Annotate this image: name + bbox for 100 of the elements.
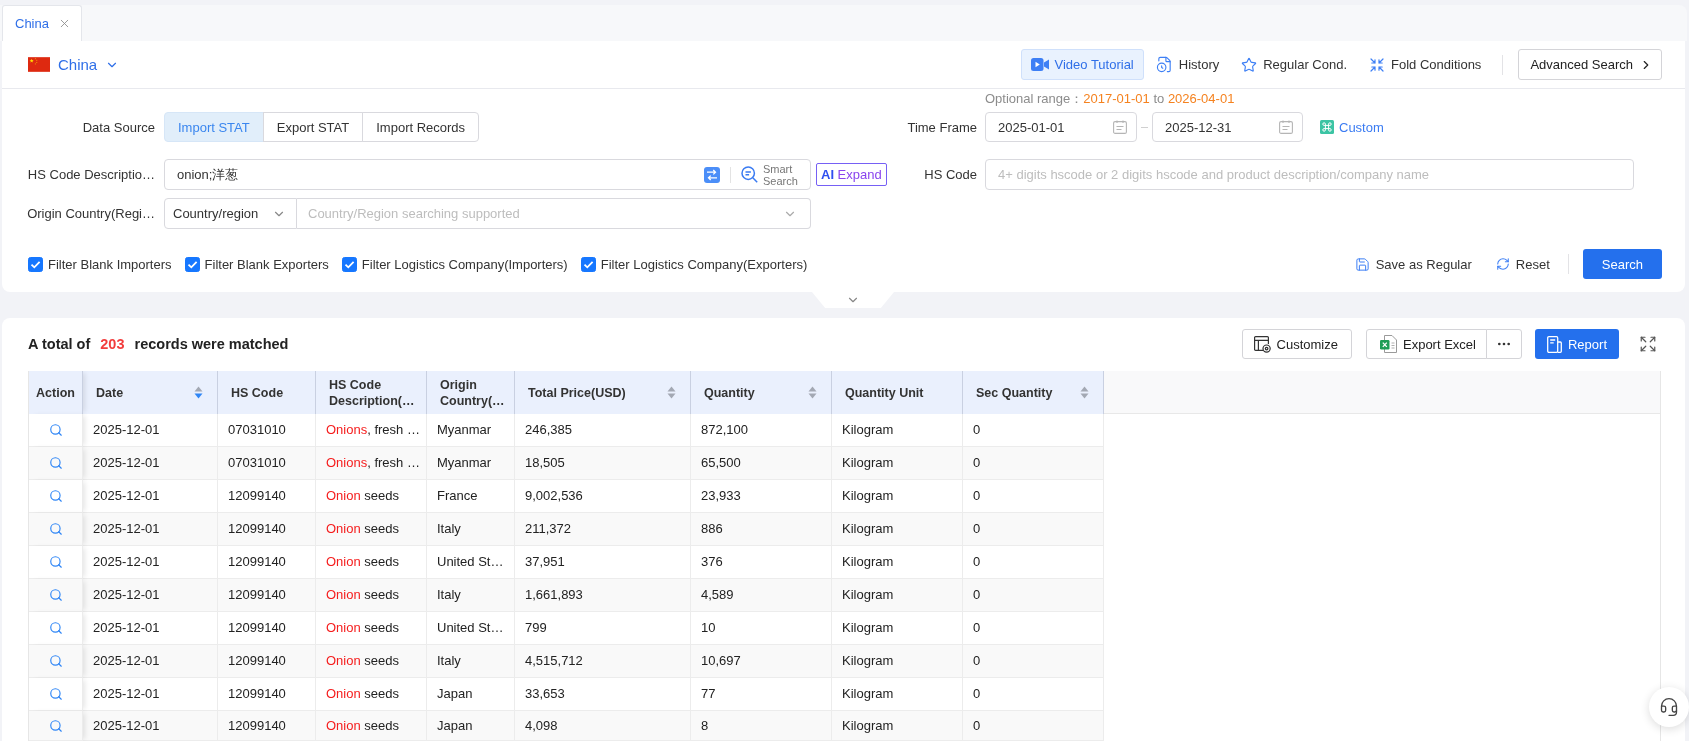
video-camera-icon <box>1030 58 1049 71</box>
date-field[interactable]: 2025-01-01 <box>985 112 1137 142</box>
table-cell: 2025-12-01 <box>83 513 218 546</box>
table-cell: Kilogram <box>832 414 963 447</box>
search-icon[interactable] <box>48 588 63 602</box>
history-button[interactable]: History <box>1145 49 1230 80</box>
export-excel-button[interactable]: Export Excel <box>1366 329 1487 359</box>
source-tab[interactable]: Export STAT <box>262 112 364 142</box>
search-icon[interactable] <box>48 489 63 503</box>
hs-code-field[interactable]: 4+ digits hscode or 2 digits hscode and product description/company name <box>985 159 1634 190</box>
smart-search-button[interactable]: Smart Search <box>741 162 801 187</box>
table-cell: Onion seeds <box>316 579 427 612</box>
sort-icon[interactable] <box>808 386 817 399</box>
calendar-icon <box>1279 120 1293 134</box>
save-regular-button[interactable]: Save as Regular <box>1354 256 1472 272</box>
table-cell: 2025-12-01 <box>83 579 218 612</box>
checkbox-label[interactable]: Filter Logistics Company(Importers) <box>361 256 568 272</box>
advanced-search-button[interactable]: Advanced Search <box>1518 49 1662 80</box>
table-cell: Myanmar <box>427 447 515 480</box>
ai-expand-button[interactable]: AI Expand <box>816 163 887 186</box>
search-icon[interactable] <box>48 423 63 437</box>
table-cell: Kilogram <box>832 645 963 678</box>
table-cell: 0 <box>963 447 1104 480</box>
table-cell: 12099140 <box>218 579 316 612</box>
table-cell: 0 <box>963 711 1104 741</box>
table-cell: 0 <box>963 546 1104 579</box>
saved-conditions-button[interactable]: Regular Cond. <box>1231 49 1358 80</box>
table-cell: 799 <box>515 612 691 645</box>
report-button[interactable]: Report <box>1534 329 1619 359</box>
table-cell: 65,500 <box>691 447 832 480</box>
results-summary: A total of 203 records were matched <box>28 336 289 352</box>
table-cell: 872,100 <box>691 414 832 447</box>
search-icon[interactable] <box>48 456 63 470</box>
region-type-select[interactable]: Country/region <box>164 198 297 229</box>
table-cell: 0 <box>963 612 1104 645</box>
table-cell: 0 <box>963 678 1104 711</box>
table-cell: 77 <box>691 678 832 711</box>
table-cell: 07031010 <box>218 447 316 480</box>
customize-button[interactable]: Customize <box>1241 329 1352 359</box>
spreadsheet-file-icon <box>1380 335 1397 353</box>
table-cell: Myanmar <box>427 414 515 447</box>
table-cell: 18,505 <box>515 447 691 480</box>
table-cell: Onion seeds <box>316 678 427 711</box>
table-cell: 1,661,893 <box>515 579 691 612</box>
table-cell: 2025-12-01 <box>83 480 218 513</box>
table-cell: 12099140 <box>218 612 316 645</box>
table-cell: 0 <box>963 645 1104 678</box>
checkbox-label[interactable]: Filter Blank Exporters <box>204 256 329 272</box>
table-cell: 2025-12-01 <box>83 711 218 741</box>
table-cell: 10,697 <box>691 645 832 678</box>
table-cell: Kilogram <box>832 678 963 711</box>
table-cell: 2025-12-01 <box>83 612 218 645</box>
source-tab[interactable]: Import Records <box>362 112 480 142</box>
checkbox[interactable] <box>28 256 43 272</box>
search-button[interactable]: Search <box>1582 249 1662 279</box>
table-cell: United St… <box>427 612 515 645</box>
checkbox[interactable] <box>184 256 200 272</box>
column-header[interactable]: Date <box>83 371 218 414</box>
field-label: HS Code Descriptio… <box>26 167 156 182</box>
country-search-field[interactable]: Country/Region searching supported <box>297 198 811 229</box>
date-field[interactable]: 2025-12-31 <box>1152 112 1303 142</box>
search-icon[interactable] <box>48 555 63 569</box>
search-icon[interactable] <box>48 522 63 536</box>
table-cell: Italy <box>427 645 515 678</box>
table-cell: 2025-12-01 <box>83 678 218 711</box>
search-icon[interactable] <box>48 718 63 733</box>
column-header[interactable]: Total Price(USD) <box>515 371 691 414</box>
table-cell: Onion seeds <box>316 480 427 513</box>
page-tab[interactable]: China <box>2 5 82 41</box>
table-cell: Kilogram <box>832 579 963 612</box>
refresh-icon <box>1495 257 1510 271</box>
reset-button[interactable]: Reset <box>1495 256 1550 272</box>
search-icon[interactable] <box>48 654 63 668</box>
column-header[interactable]: Quantity <box>691 371 832 414</box>
sort-icon[interactable] <box>194 386 203 399</box>
checkbox[interactable] <box>580 256 596 272</box>
checkbox-label[interactable]: Filter Logistics Company(Exporters) <box>600 256 808 272</box>
search-icon[interactable] <box>48 621 63 635</box>
table-cell: Kilogram <box>832 480 963 513</box>
column-header[interactable]: Sec Quantity <box>963 371 1104 414</box>
table-cell: 10 <box>691 612 832 645</box>
column-header: Quantity Unit <box>832 371 963 414</box>
table-cell: 12099140 <box>218 711 316 741</box>
column-header: HS Code Description(… <box>316 371 427 414</box>
table-cell: 23,933 <box>691 480 832 513</box>
table-cell: United St… <box>427 546 515 579</box>
search-icon[interactable] <box>48 687 63 701</box>
checkbox-label[interactable]: Filter Blank Importers <box>48 256 172 272</box>
headset-icon <box>1659 697 1679 717</box>
tutorial-button[interactable]: Video Tutorial <box>1020 49 1144 80</box>
fullscreen-icon[interactable] <box>1639 335 1657 353</box>
fold-button[interactable]: Fold Conditions <box>1359 49 1492 80</box>
sort-icon[interactable] <box>1080 386 1089 399</box>
sort-icon[interactable] <box>667 386 676 399</box>
country-select[interactable]: China <box>28 56 120 73</box>
table-cell: 0 <box>963 414 1104 447</box>
table-cell: 12099140 <box>218 546 316 579</box>
custom-range-button[interactable]: Custom <box>1320 119 1384 135</box>
checkbox[interactable] <box>341 256 357 272</box>
table-cell: Onion seeds <box>316 711 427 741</box>
